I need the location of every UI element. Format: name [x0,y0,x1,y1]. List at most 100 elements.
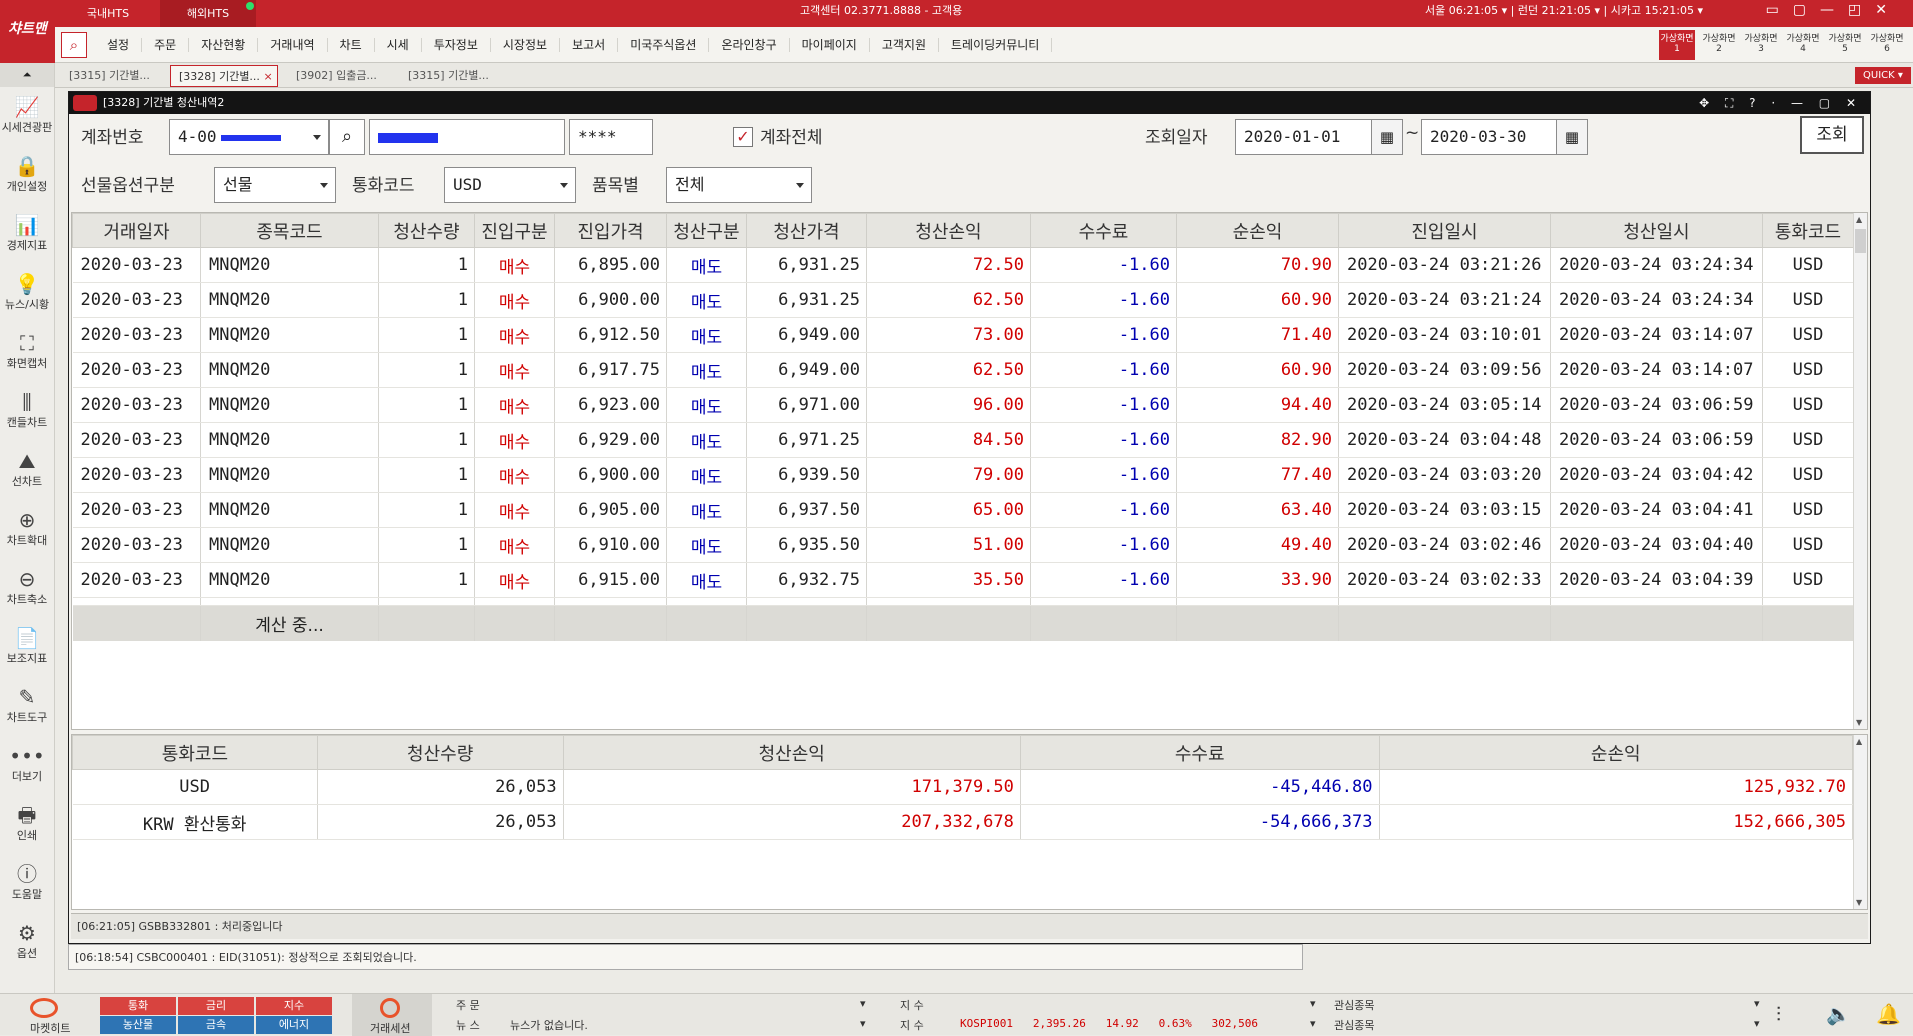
scroll-thumb[interactable] [1855,229,1866,253]
menu-item-2[interactable]: 자산현황 [189,38,259,52]
sidebar-item-6[interactable]: ⛰ 선차트 [0,441,54,500]
column-header-1[interactable]: 종목코드 [200,213,379,248]
column-header-6[interactable]: 청산가격 [746,213,867,248]
product-select[interactable]: 전체 [666,167,812,203]
index-dropdown-top-icon[interactable]: ▾ [1310,997,1316,1010]
sidebar-collapse-button[interactable]: ⏶ [0,63,54,87]
column-header-9[interactable]: 순손익 [1176,213,1339,248]
column-header-7[interactable]: 청산손익 [866,213,1031,248]
summary-row[interactable]: USD 26,053 171,379.50 -45,446.80 125,932.70 [72,769,1853,805]
summary-header-1[interactable]: 청산수량 [316,735,564,770]
quick-button[interactable]: QUICK ▾ [1855,67,1911,84]
virtual-screen-tab-2[interactable]: 가상화면2 [1701,30,1737,60]
category-agriculture[interactable]: 농산물 [100,1016,176,1034]
trade-session-panel[interactable]: 거래세션 [352,994,432,1036]
futopt-select[interactable]: 선물 [214,167,336,203]
menu-item-7[interactable]: 시장정보 [491,38,561,52]
sidebar-item-4[interactable]: ⛶ 화면캡처 [0,323,54,382]
scroll-down-icon[interactable]: ▼ [1856,718,1862,727]
table-row[interactable]: 2020-03-23 MNQM20 1 매수 6,923.00 매도 6,971.00 96.… [72,387,1854,423]
account-search-icon[interactable]: ⌕ [329,119,365,155]
virtual-screen-tab-5[interactable]: 가상화면5 [1827,30,1863,60]
calendar-from-icon[interactable]: ▦ [1371,119,1403,155]
order-dropdown-icon[interactable]: ▾ [860,997,866,1010]
menu-item-4[interactable]: 차트 [328,38,375,52]
column-header-4[interactable]: 진입가격 [554,213,667,248]
currency-select[interactable]: USD [444,167,576,203]
index-dropdown-bottom-icon[interactable]: ▾ [1310,1017,1316,1030]
menu-item-9[interactable]: 미국주식옵션 [618,38,710,52]
sidebar-item-14[interactable]: ⚙ 옵션 [0,913,54,972]
sidebar-item-3[interactable]: 💡 뉴스/시황 [0,264,54,323]
news-dropdown-icon[interactable]: ▾ [860,1017,866,1030]
column-header-5[interactable]: 청산구분 [666,213,747,248]
menu-item-12[interactable]: 고객지원 [870,38,940,52]
sidebar-item-13[interactable]: ⓘ 도움말 [0,854,54,913]
table-row[interactable]: 2020-03-23 MNQM20 1 매수 6,910.00 매도 6,935.50 51.… [72,527,1854,563]
column-header-3[interactable]: 진입구분 [474,213,555,248]
tab-domestic-hts[interactable]: 국내HTS [58,0,158,27]
menu-item-3[interactable]: 거래내역 [258,38,328,52]
screen-tab-4[interactable]: [3315] 기간별... [400,65,502,87]
category-rates[interactable]: 금리 [178,997,254,1015]
summary-header-0[interactable]: 통화코드 [72,735,318,770]
scroll-up-icon[interactable]: ▲ [1856,215,1862,224]
sidebar-item-10[interactable]: ✎ 차트도구 [0,677,54,736]
grid-scrollbar[interactable]: ▲ ▼ [1853,213,1867,729]
clock-chicago[interactable]: 시카고 15:21:05 [1611,4,1694,17]
summary-scrollbar[interactable]: ▲ ▼ [1853,735,1867,909]
menu-item-13[interactable]: 트레이딩커뮤니티 [939,38,1053,52]
table-row[interactable]: 2020-03-23 MNQM20 1 매수 6,900.00 매도 6,931.25 62.… [72,282,1854,318]
table-row[interactable]: 2020-03-23 MNQM20 1 매수 6,917.75 매도 6,949.00 62.… [72,352,1854,388]
account-select[interactable]: 4-00 [169,119,329,155]
close-icon[interactable]: ✕ [1875,2,1901,18]
virtual-screen-tab-1[interactable]: 가상화면1 [1659,30,1695,60]
sidebar-item-1[interactable]: 🔒 개인설정 [0,146,54,205]
screen-tab-1[interactable]: [3315] 기간별... [61,65,165,87]
calendar-to-icon[interactable]: ▦ [1556,119,1588,155]
category-index[interactable]: 지수 [256,997,332,1015]
bell-icon[interactable]: 🔔 [1876,1002,1901,1026]
category-metals[interactable]: 금속 [178,1016,254,1034]
category-energy[interactable]: 에너지 [256,1016,332,1034]
date-from-input[interactable]: 2020-01-01 [1235,119,1383,155]
column-header-12[interactable]: 통화코드 [1762,213,1854,248]
screen-tab-3[interactable]: [3902] 입출금... [288,65,390,87]
market-heat-label[interactable]: 마켓히트 [30,1020,70,1036]
screen-tab-active[interactable]: [3328] 기간별... × [170,65,278,87]
column-header-8[interactable]: 수수료 [1030,213,1177,248]
sidebar-item-11[interactable]: ••• 더보기 [0,736,54,795]
clock-seoul[interactable]: 서울 06:21:05 [1425,4,1498,17]
sidebar-item-5[interactable]: ⫼ 캔들차트 [0,382,54,441]
virtual-screen-tab-6[interactable]: 가상화면6 [1869,30,1905,60]
news-ticker[interactable]: 뉴스가 없습니다. [510,1017,588,1033]
summary-header-2[interactable]: 청산손익 [562,735,1021,770]
maximize-icon[interactable]: ◰ [1848,2,1875,18]
window-controls[interactable]: ✥ ⛶ ? · — ▢ ✕ [1699,92,1862,114]
tab-overseas-hts[interactable]: 해외HTS [160,0,256,27]
table-row[interactable]: 2020-03-23 MNQM20 1 매수 6,929.00 매도 6,971.25 84.… [72,422,1854,458]
sidebar-item-7[interactable]: ⊕ 차트확대 [0,500,54,559]
watchlist-dropdown-bottom-icon[interactable]: ▾ [1754,1017,1760,1030]
menu-item-6[interactable]: 투자정보 [422,38,491,52]
tile-icon[interactable]: ▢ [1793,2,1820,18]
minimize-icon[interactable]: — [1820,2,1848,18]
clock-london[interactable]: 런던 21:21:05 [1518,4,1591,17]
market-heat-icon[interactable] [30,998,58,1018]
menu-item-0[interactable]: 설정 [95,38,143,52]
menu-search-icon[interactable]: ⌕ [61,32,87,58]
kospi-index-line[interactable]: KOSPI001 2,395.26 14.92 0.63% 302,506 [960,1017,1258,1030]
menu-item-8[interactable]: 보고서 [560,38,619,52]
menu-item-1[interactable]: 주문 [142,38,190,52]
table-row[interactable]: 2020-03-23 MNQM20 1 매수 6,915.00 매도 6,932.75 35.… [72,562,1854,598]
sidebar-item-0[interactable]: 📈 시세견광판 [0,87,54,146]
virtual-screen-tab-3[interactable]: 가상화면3 [1743,30,1779,60]
summary-header-3[interactable]: 수수료 [1019,735,1380,770]
sidebar-item-2[interactable]: 📊 경제지표 [0,205,54,264]
tab-close-icon[interactable]: × [263,70,272,83]
sidebar-item-9[interactable]: 📄 보조지표 [0,618,54,677]
table-row[interactable]: 2020-03-23 MNQM20 1 매수 6,900.00 매도 6,939.50 79.… [72,457,1854,493]
table-row[interactable]: 2020-03-23 MNQM20 1 매수 6,912.50 매도 6,949.00 73.… [72,317,1854,353]
query-button[interactable]: 조회 [1800,116,1864,154]
virtual-screen-tab-4[interactable]: 가상화면4 [1785,30,1821,60]
